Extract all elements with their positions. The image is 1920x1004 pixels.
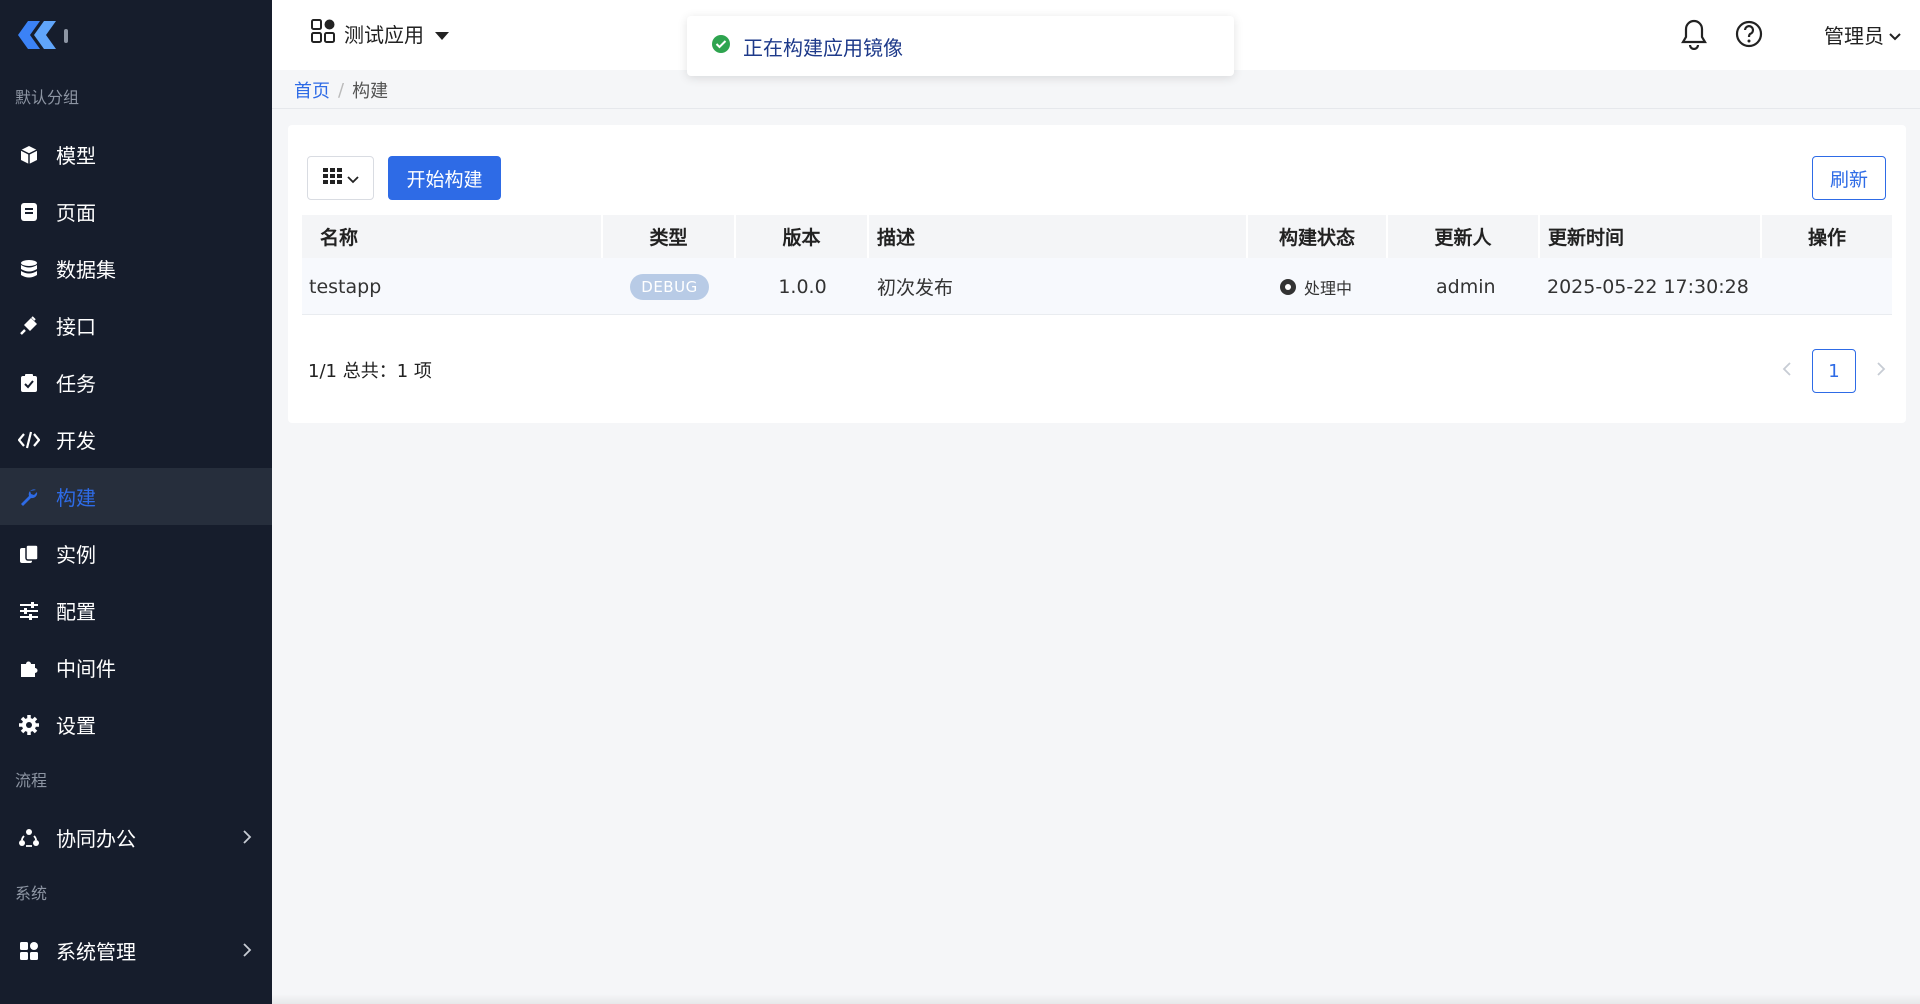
sidebar-item-label: 模型 <box>56 144 96 168</box>
sidebar-item-label: 实例 <box>56 543 96 567</box>
chevron-down-icon <box>347 169 359 188</box>
refresh-button[interactable]: 刷新 <box>1812 156 1886 200</box>
build-list-card: 开始构建 刷新 名称 类型 版本 描述 构建状态 更新人 更新时间 操作 tes… <box>288 125 1906 423</box>
toast-notification: 正在构建应用镜像 <box>687 16 1234 76</box>
success-check-icon <box>711 34 731 59</box>
code-icon <box>18 429 40 451</box>
grid-dots-icon <box>322 167 344 189</box>
bell-icon[interactable] <box>1680 18 1708 54</box>
pagination: 1 <box>1782 349 1886 393</box>
grid-icon <box>18 940 40 962</box>
sidebar-item-label: 设置 <box>56 714 96 738</box>
cell-actions <box>1762 258 1892 315</box>
sidebar-item-system-management[interactable]: 系统管理 <box>0 922 272 979</box>
sidebar-item-label: 中间件 <box>56 657 116 681</box>
column-settings-button[interactable] <box>307 156 374 200</box>
sidebar-item-instance[interactable]: 实例 <box>0 525 272 582</box>
copy-icon <box>18 543 40 565</box>
type-badge: DEBUG <box>630 273 709 300</box>
pagination-summary: 1/1 总共：1 项 <box>308 361 432 382</box>
build-table: 名称 类型 版本 描述 构建状态 更新人 更新时间 操作 testapp DEB… <box>302 215 1892 315</box>
column-header-status[interactable]: 构建状态 <box>1248 215 1388 258</box>
sidebar-item-label: 协同办公 <box>56 827 136 851</box>
sidebar-item-collaboration[interactable]: 协同办公 <box>0 809 272 866</box>
sidebar-item-label: 数据集 <box>56 258 116 282</box>
breadcrumb-current: 构建 <box>352 81 389 102</box>
users-cycle-icon <box>18 827 40 849</box>
breadcrumb: 首页 / 构建 <box>294 77 388 103</box>
start-build-button[interactable]: 开始构建 <box>388 156 501 200</box>
nav-group-label: 默认分组 <box>15 88 80 107</box>
toast-message: 正在构建应用镜像 <box>743 35 903 60</box>
cell-status: 处理中 <box>1248 258 1388 315</box>
sidebar-item-label: 任务 <box>56 372 96 396</box>
prev-page-icon[interactable] <box>1782 361 1792 381</box>
cell-name: testapp <box>309 275 382 298</box>
sidebar: 默认分组 模型 页面 数据集 接口 任务 开发 构建 实例 配置 中间件 设置 … <box>0 0 272 1004</box>
sliders-icon <box>18 600 40 622</box>
cell-updater: admin <box>1436 275 1496 298</box>
app-name: 测试应用 <box>344 23 424 47</box>
puzzle-icon <box>18 657 40 679</box>
cell-updated-at: 2025-05-22 17:30:28 <box>1547 275 1749 298</box>
column-header-updated-at[interactable]: 更新时间 <box>1540 215 1762 258</box>
app-logo[interactable] <box>0 0 272 70</box>
database-icon <box>18 258 40 280</box>
divider <box>272 108 1920 109</box>
clipboard-check-icon <box>18 372 40 394</box>
table-row[interactable]: testapp DEBUG 1.0.0 初次发布 处理中 admin 2025-… <box>302 258 1892 315</box>
sidebar-item-page[interactable]: 页面 <box>0 183 272 240</box>
sidebar-item-label: 接口 <box>56 315 96 339</box>
cell-description: 初次发布 <box>877 277 954 299</box>
column-header-name[interactable]: 名称 <box>302 215 603 258</box>
caret-down-icon <box>434 22 450 46</box>
sidebar-item-config[interactable]: 配置 <box>0 582 272 639</box>
cell-type: DEBUG <box>603 258 736 315</box>
sidebar-item-middleware[interactable]: 中间件 <box>0 639 272 696</box>
page-icon <box>18 201 40 223</box>
chevron-right-icon <box>242 826 252 850</box>
nav-group-label: 系统 <box>15 884 48 903</box>
chevron-right-icon <box>242 939 252 963</box>
gear-icon <box>18 714 40 736</box>
chevron-down-icon <box>1888 23 1902 47</box>
apps-icon <box>310 18 336 49</box>
sidebar-item-build[interactable]: 构建 <box>0 468 272 525</box>
column-header-type[interactable]: 类型 <box>603 215 736 258</box>
status-text: 处理中 <box>1304 278 1353 298</box>
sidebar-item-label: 开发 <box>56 429 96 453</box>
column-header-version[interactable]: 版本 <box>736 215 869 258</box>
sidebar-item-develop[interactable]: 开发 <box>0 411 272 468</box>
status-dot-icon <box>1280 278 1296 295</box>
user-name: 管理员 <box>1824 24 1884 48</box>
app-switcher[interactable]: 测试应用 <box>310 18 450 49</box>
sidebar-item-model[interactable]: 模型 <box>0 126 272 183</box>
breadcrumb-home-link[interactable]: 首页 <box>294 77 330 103</box>
user-menu[interactable]: 管理员 <box>1824 20 1902 49</box>
wrench-icon <box>18 486 40 508</box>
column-header-actions: 操作 <box>1807 227 1846 249</box>
sidebar-item-task[interactable]: 任务 <box>0 354 272 411</box>
column-header-description[interactable]: 描述 <box>869 215 1248 258</box>
plug-icon <box>18 315 40 337</box>
sidebar-item-settings[interactable]: 设置 <box>0 696 272 753</box>
help-icon[interactable] <box>1734 18 1764 54</box>
cube-icon <box>18 144 40 166</box>
column-header-updater[interactable]: 更新人 <box>1388 215 1540 258</box>
page-button[interactable]: 1 <box>1812 349 1856 393</box>
sidebar-item-label: 系统管理 <box>56 940 136 964</box>
nav-group-label: 流程 <box>15 771 48 790</box>
next-page-icon[interactable] <box>1876 361 1886 381</box>
bottom-edge <box>272 994 1920 1004</box>
breadcrumb-separator: / <box>338 79 345 101</box>
sidebar-item-label: 配置 <box>56 600 96 624</box>
sidebar-item-label: 页面 <box>56 201 96 225</box>
cell-version: 1.0.0 <box>778 275 827 298</box>
sidebar-item-dataset[interactable]: 数据集 <box>0 240 272 297</box>
sidebar-item-api[interactable]: 接口 <box>0 297 272 354</box>
sidebar-item-label: 构建 <box>56 486 96 510</box>
logo-icon <box>18 21 68 49</box>
table-header: 名称 类型 版本 描述 构建状态 更新人 更新时间 操作 <box>302 215 1892 258</box>
